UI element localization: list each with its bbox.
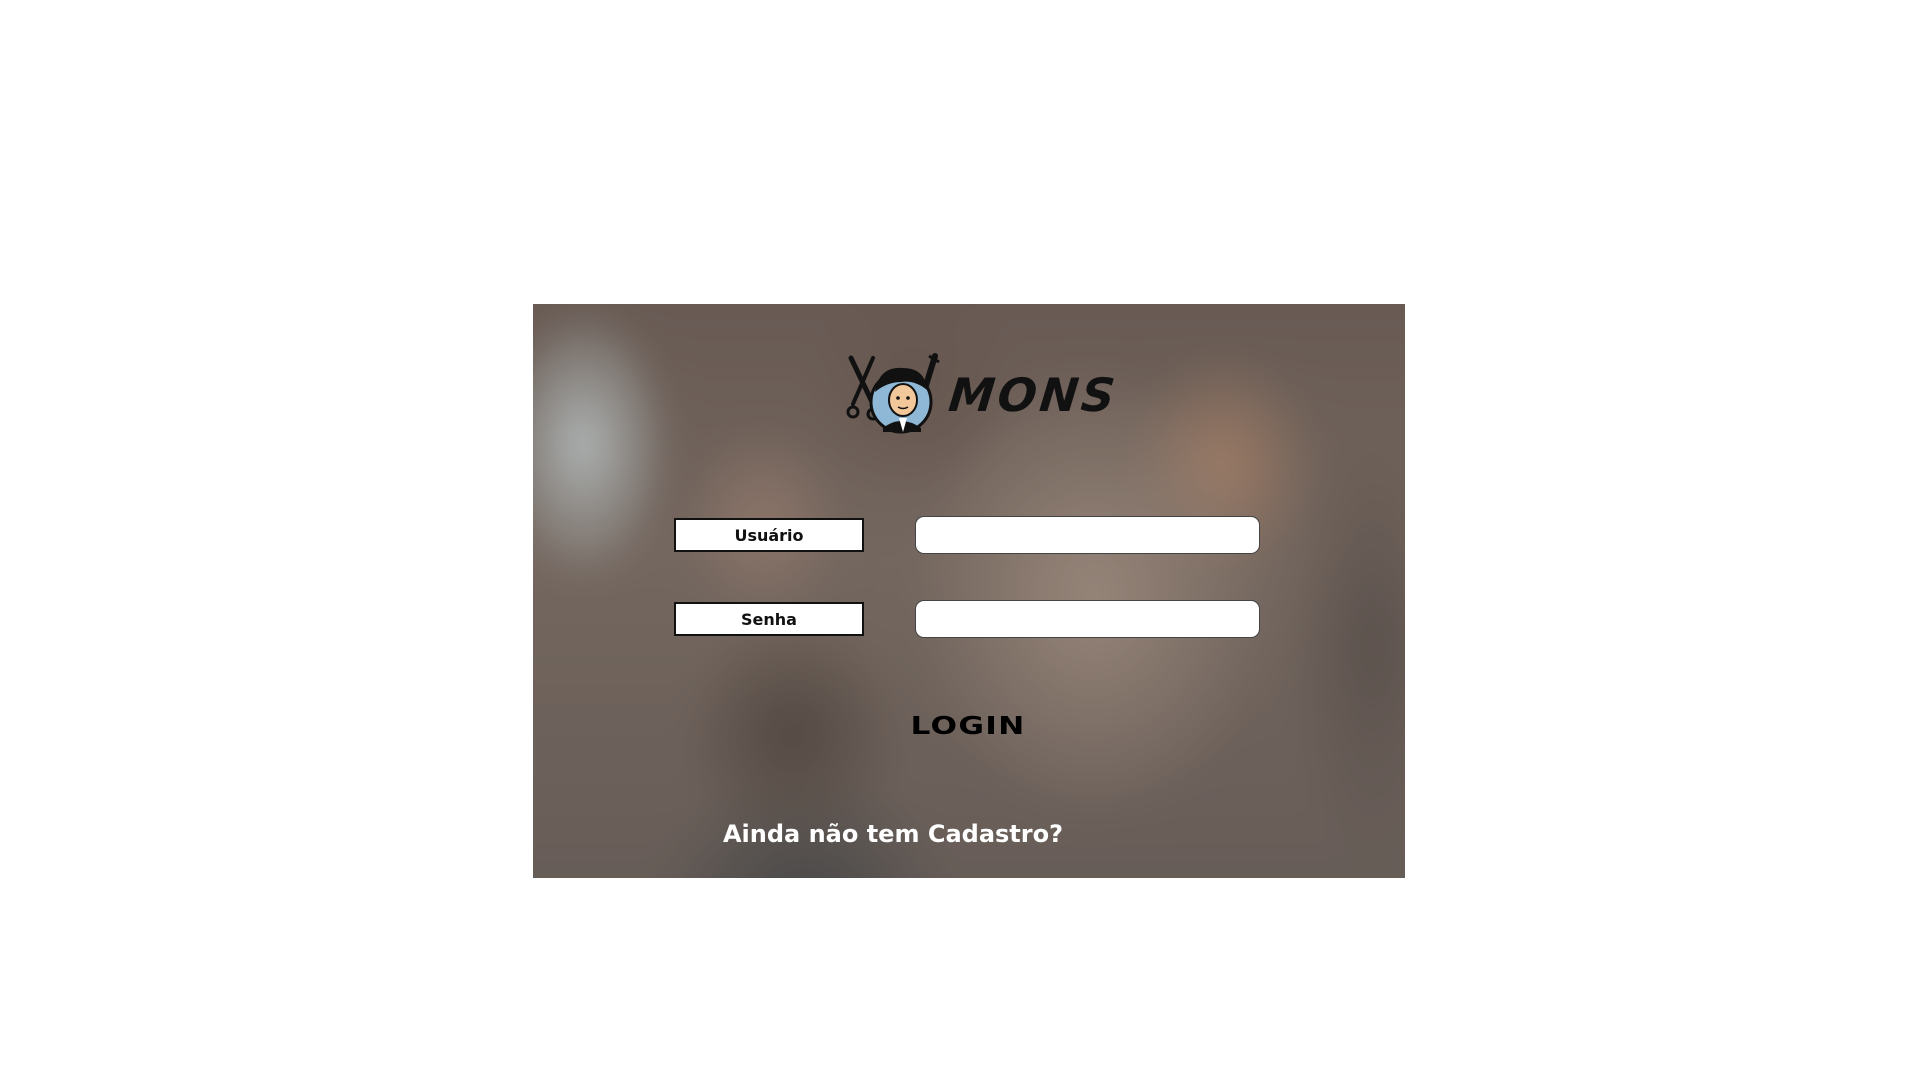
signup-link[interactable]: Ainda não tem Cadastro?: [533, 820, 1253, 848]
barber-mascot-icon: [843, 352, 955, 438]
username-input[interactable]: [915, 516, 1260, 554]
username-label: Usuário: [674, 518, 864, 552]
password-input[interactable]: [915, 600, 1260, 638]
login-card: MONS Usuário Senha LOGIN Ainda não tem C…: [533, 304, 1405, 878]
logo-text: MONS: [946, 368, 1121, 422]
password-label: Senha: [674, 602, 864, 636]
login-button[interactable]: LOGIN: [849, 706, 1087, 744]
brand-logo: MONS: [843, 352, 1120, 438]
